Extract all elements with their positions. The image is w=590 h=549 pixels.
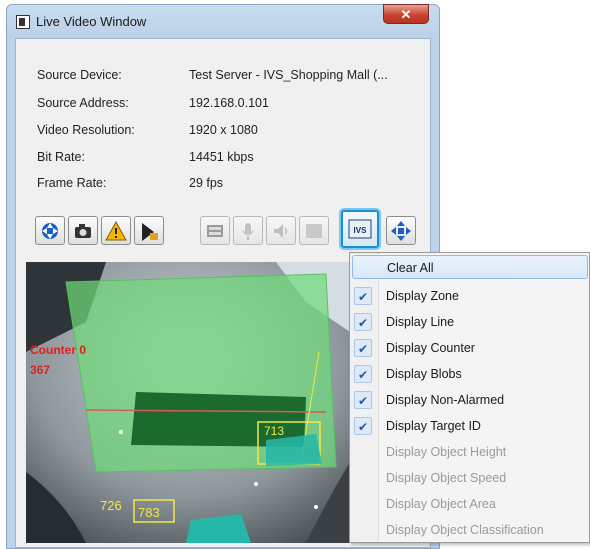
camera-icon bbox=[75, 224, 91, 238]
move-icon bbox=[391, 221, 411, 241]
blob-dot bbox=[314, 505, 318, 509]
menu-item-label: Display Line bbox=[386, 315, 455, 329]
checkmark-icon: ✔ bbox=[354, 339, 372, 357]
menu-item-label: Display Zone bbox=[386, 289, 459, 303]
snapshot-button[interactable] bbox=[68, 216, 98, 245]
checkmark-icon: ✔ bbox=[354, 365, 372, 383]
menu-item-label: Display Counter bbox=[386, 341, 475, 355]
info-label: Source Device: bbox=[37, 68, 122, 82]
speaker-icon bbox=[274, 224, 288, 238]
ivs-label: IVS bbox=[354, 226, 368, 235]
menu-item-label: Clear All bbox=[387, 261, 434, 275]
menu-item-display-object-height: Display Object Height bbox=[352, 440, 588, 464]
info-value: 1920 x 1080 bbox=[189, 123, 258, 137]
ivs-icon: IVS bbox=[348, 219, 372, 239]
menu-item-display-line[interactable]: ✔ Display Line bbox=[352, 310, 588, 334]
info-label: Bit Rate: bbox=[37, 150, 85, 164]
info-value: Test Server - IVS_Shopping Mall (... bbox=[189, 68, 388, 82]
checkmark-icon: ✔ bbox=[354, 391, 372, 409]
info-label: Frame Rate: bbox=[37, 176, 107, 190]
ptz-arrows-icon bbox=[42, 223, 58, 239]
target-id-label: 713 bbox=[264, 424, 284, 438]
export-button[interactable] bbox=[134, 216, 164, 245]
microphone-icon bbox=[242, 223, 254, 240]
ivs-button[interactable]: IVS bbox=[341, 210, 379, 248]
checkmark-icon: ✔ bbox=[354, 313, 372, 331]
ptz-button[interactable] bbox=[35, 216, 65, 245]
video-frame: Counter 0 367 713 726 783 bbox=[26, 262, 350, 543]
menu-item-clear-all[interactable]: Clear All bbox=[352, 255, 588, 279]
move-button[interactable] bbox=[386, 216, 416, 245]
menu-item-label: Display Target ID bbox=[386, 419, 481, 433]
record-icon bbox=[207, 225, 223, 237]
counter-value: 367 bbox=[30, 363, 50, 377]
menu-item-label: Display Object Area bbox=[386, 497, 496, 511]
menu-item-display-counter[interactable]: ✔ Display Counter bbox=[352, 336, 588, 360]
title-bar[interactable]: Live Video Window ✕ bbox=[7, 4, 439, 37]
info-label: Source Address: bbox=[37, 96, 129, 110]
warning-icon bbox=[105, 220, 127, 241]
alarm-button[interactable] bbox=[101, 216, 131, 245]
target-id-label-3: 783 bbox=[138, 505, 160, 520]
blob-dot bbox=[254, 482, 258, 486]
checkmark-icon: ✔ bbox=[354, 287, 372, 305]
grid-button[interactable] bbox=[299, 216, 329, 245]
menu-item-label: Display Object Height bbox=[386, 445, 507, 459]
menu-item-display-target-id[interactable]: ✔ Display Target ID bbox=[352, 414, 588, 438]
menu-item-display-object-area: Display Object Area bbox=[352, 492, 588, 516]
record-button[interactable] bbox=[200, 216, 230, 245]
video-viewport[interactable]: Counter 0 367 713 726 783 bbox=[26, 262, 350, 543]
info-value: 192.168.0.101 bbox=[189, 96, 269, 110]
ivs-display-menu: Clear All ✔ Display Zone ✔ Display Line … bbox=[349, 252, 590, 543]
counter-label: Counter 0 bbox=[30, 343, 86, 357]
export-icon bbox=[142, 223, 158, 241]
close-button[interactable]: ✕ bbox=[383, 4, 429, 24]
menu-item-display-non-alarmed[interactable]: ✔ Display Non-Alarmed bbox=[352, 388, 588, 412]
speaker-button[interactable] bbox=[266, 216, 296, 245]
window-title: Live Video Window bbox=[36, 14, 147, 29]
info-value: 14451 kbps bbox=[189, 150, 254, 164]
info-value: 29 fps bbox=[189, 176, 224, 190]
menu-item-label: Display Object Speed bbox=[386, 471, 507, 485]
menu-item-label: Display Non-Alarmed bbox=[386, 393, 505, 407]
target-id-label-2: 726 bbox=[100, 498, 122, 513]
menu-item-display-object-speed: Display Object Speed bbox=[352, 466, 588, 490]
info-label: Video Resolution: bbox=[37, 123, 135, 137]
menu-item-label: Display Blobs bbox=[386, 367, 462, 381]
microphone-button[interactable] bbox=[233, 216, 263, 245]
menu-item-display-object-classification: Display Object Classification bbox=[352, 518, 588, 542]
menu-item-label: Display Object Classification bbox=[386, 523, 544, 537]
app-icon bbox=[16, 15, 30, 29]
blob-dot bbox=[119, 430, 123, 434]
grid-icon bbox=[306, 224, 322, 238]
menu-item-display-blobs[interactable]: ✔ Display Blobs bbox=[352, 362, 588, 386]
checkmark-icon: ✔ bbox=[354, 417, 372, 435]
menu-item-display-zone[interactable]: ✔ Display Zone bbox=[352, 284, 588, 308]
